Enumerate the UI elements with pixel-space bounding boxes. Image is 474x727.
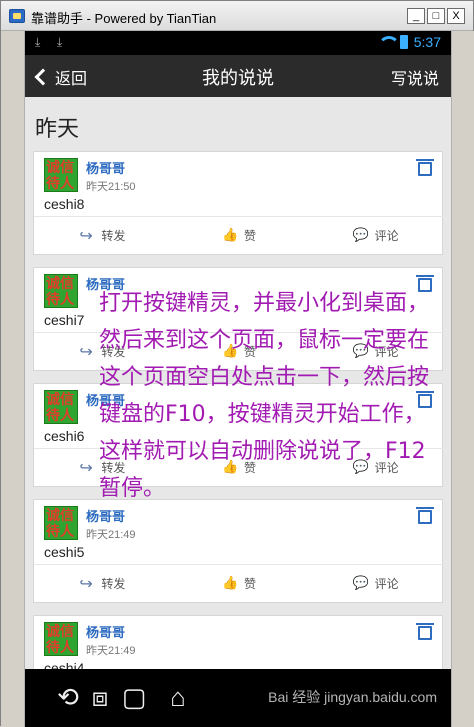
status-right: 5:37 <box>377 34 441 50</box>
app-icon <box>9 9 25 23</box>
avatar[interactable] <box>44 158 78 192</box>
post-card: 杨哥哥 昨天21:49 ceshi4 <box>33 615 443 669</box>
share-icon <box>79 574 95 594</box>
frame-left <box>1 31 25 727</box>
instruction-overlay: 打开按键精灵，并最小化到桌面，然后来到这个页面，鼠标一定要在这个页面空白处点击一… <box>99 291 430 501</box>
comment-icon <box>353 575 369 591</box>
post-time: 昨天21:50 <box>86 181 136 193</box>
trash-icon[interactable] <box>416 507 434 524</box>
battery-icon <box>399 35 408 49</box>
trash-icon[interactable] <box>416 623 434 640</box>
nav-bar: ⟲ ⧈ ▢ ⌂ Bai 经验 jingyan.baidu.com <box>25 669 451 727</box>
post-time: 昨天21:49 <box>86 529 136 541</box>
post-time: 昨天21:49 <box>86 645 136 657</box>
window-title: 靠谱助手 - Powered by TianTian <box>31 11 217 26</box>
post-author[interactable]: 杨哥哥 <box>86 158 125 177</box>
screenshot-icon[interactable]: ▢ <box>117 683 151 711</box>
post-text: ceshi7 <box>44 312 85 328</box>
maximize-button[interactable]: □ <box>427 8 445 24</box>
status-time: 5:37 <box>413 34 441 50</box>
like-button[interactable]: 赞 <box>171 217 308 254</box>
share-button[interactable]: 转发 <box>34 217 171 254</box>
like-label: 赞 <box>244 229 257 243</box>
section-title: 昨天 <box>35 116 80 141</box>
post-actions: 转发 赞 评论 <box>34 216 444 254</box>
comment-button[interactable]: 评论 <box>307 217 444 254</box>
avatar[interactable] <box>44 274 78 308</box>
nav-back-icon[interactable]: ⟲ <box>51 683 85 711</box>
trash-icon[interactable] <box>416 159 434 176</box>
avatar[interactable] <box>44 390 78 424</box>
watermark: Bai 经验 jingyan.baidu.com <box>268 689 437 705</box>
close-button[interactable]: X <box>447 8 465 24</box>
share-icon <box>79 226 95 246</box>
app-bar: 返回 我的说说 写说说 <box>25 55 451 97</box>
minimize-button[interactable]: _ <box>407 8 425 24</box>
download-icon: ⤓ <box>35 35 41 49</box>
post-card: 杨哥哥 昨天21:49 ceshi5 转发 赞 评论 <box>33 499 444 603</box>
post-text: ceshi5 <box>44 544 85 560</box>
emulator-window: 靠谱助手 - Powered by TianTian _ □ X ⤓ ⤓ 5:3… <box>0 0 474 727</box>
post-card: 杨哥哥 昨天21:50 ceshi8 转发 赞 评论 <box>33 151 444 255</box>
share-label: 转发 <box>101 229 126 243</box>
post-actions: 转发 赞 评论 <box>34 564 444 602</box>
post-text: ceshi4 <box>44 660 85 669</box>
comment-icon <box>353 227 369 243</box>
share-button[interactable]: 转发 <box>34 565 171 602</box>
wifi-icon <box>377 36 400 48</box>
like-icon <box>222 575 238 591</box>
download-icon: ⤓ <box>57 35 63 49</box>
page-title: 我的说说 <box>202 68 274 88</box>
rotate-icon[interactable]: ⧈ <box>83 683 117 711</box>
post-author[interactable]: 杨哥哥 <box>86 622 125 641</box>
window-titlebar[interactable]: 靠谱助手 - Powered by TianTian _ □ X <box>1 1 473 31</box>
frame-right <box>451 31 474 727</box>
post-text: ceshi8 <box>44 196 85 212</box>
like-button[interactable]: 赞 <box>171 565 308 602</box>
home-icon[interactable]: ⌂ <box>161 683 195 711</box>
comment-label: 评论 <box>374 577 399 591</box>
comment-label: 评论 <box>374 229 399 243</box>
post-text: ceshi6 <box>44 428 85 444</box>
comment-button[interactable]: 评论 <box>307 565 444 602</box>
share-icon <box>79 342 95 362</box>
status-bar: ⤓ ⤓ 5:37 <box>25 31 451 55</box>
share-label: 转发 <box>101 577 126 591</box>
like-icon <box>222 227 238 243</box>
window-controls: _ □ X <box>407 8 465 24</box>
like-label: 赞 <box>244 577 257 591</box>
post-author[interactable]: 杨哥哥 <box>86 506 125 525</box>
avatar[interactable] <box>44 622 78 656</box>
share-icon <box>79 458 95 478</box>
write-post-button[interactable]: 写说说 <box>391 65 439 89</box>
avatar[interactable] <box>44 506 78 540</box>
